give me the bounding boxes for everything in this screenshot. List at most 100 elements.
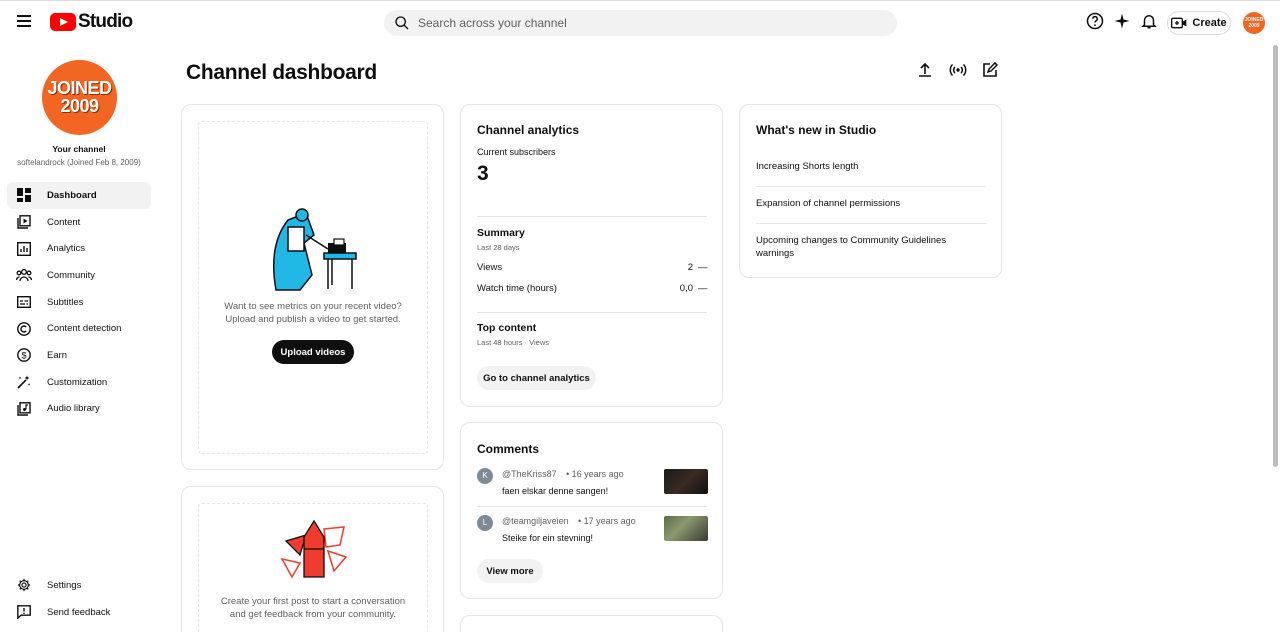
whats-new-item[interactable]: Expansion of channel permissions (756, 197, 986, 210)
dollar-icon: $ (16, 347, 32, 363)
sidebar-item-label: Content (47, 216, 81, 228)
create-label: Create (1192, 17, 1227, 29)
logo-text: Studio (78, 11, 133, 32)
divider (477, 216, 707, 217)
page-scrollbar[interactable] (1273, 45, 1278, 467)
dashboard-icon (16, 187, 32, 203)
sidebar-item-label: Audio library (47, 403, 100, 415)
analytics-title: Channel analytics (477, 123, 580, 137)
go-to-channel-analytics-button[interactable]: Go to channel analytics (477, 366, 596, 390)
subtitles-icon (16, 294, 32, 310)
comments-title: Comments (477, 442, 540, 456)
sidebar-nav: Dashboard Content Analytics Community Su… (7, 182, 151, 422)
watch-time-change: — (698, 283, 708, 294)
subscribers-value: 3 (477, 162, 489, 185)
sidebar: JOINED 2009 Your channel softelandrock (… (0, 42, 160, 632)
search-icon (395, 16, 409, 30)
views-value: 2 (687, 262, 693, 273)
upload-illustration-icon (273, 208, 357, 291)
whats-new-item[interactable]: Increasing Shorts length (756, 160, 986, 173)
content-icon (16, 214, 32, 230)
post-prompt-text: Create your first post to start a conver… (220, 596, 406, 620)
feedback-icon (16, 604, 32, 620)
view-more-button[interactable]: View more (477, 559, 543, 583)
upload-videos-button[interactable]: Upload videos (272, 340, 354, 364)
comment-author[interactable]: @teamgiljaveien (502, 516, 569, 526)
sidebar-item-analytics[interactable]: Analytics (7, 235, 151, 262)
sidebar-item-send-feedback[interactable]: Send feedback (7, 599, 151, 626)
comment-age: • 17 years ago (578, 516, 636, 526)
top-content-period: Last 48 hours · Views (477, 338, 549, 347)
sidebar-item-label: Content detection (47, 323, 122, 335)
sidebar-item-label: Dashboard (47, 189, 97, 201)
divider (477, 312, 707, 313)
subscribers-label: Current subscribers (477, 147, 556, 157)
whats-new-title: What's new in Studio (756, 123, 877, 137)
community-icon (16, 267, 32, 283)
notifications-bell-icon[interactable] (1140, 12, 1158, 35)
summary-title: Summary (477, 227, 525, 239)
sidebar-item-settings[interactable]: Settings (7, 572, 151, 599)
search-input[interactable] (418, 16, 858, 30)
magic-wand-icon (16, 374, 32, 390)
top-content-title: Top content (477, 322, 537, 334)
sidebar-item-subtitles[interactable]: Subtitles (7, 289, 151, 316)
views-label: Views (477, 262, 503, 273)
create-post-icon[interactable] (978, 58, 1002, 82)
sparkle-icon[interactable] (1113, 12, 1131, 35)
comments-card: Comments K @TheKriss87 • 16 years ago fa… (460, 422, 723, 599)
upload-icon[interactable] (913, 58, 937, 82)
analytics-icon (16, 241, 32, 257)
upload-video-card: Want to see metrics on your recent video… (181, 104, 444, 470)
copyright-icon (16, 321, 32, 337)
sidebar-item-customization[interactable]: Customization (7, 369, 151, 396)
comment-video-thumbnail[interactable] (664, 516, 708, 541)
page-title: Channel dashboard (186, 61, 377, 84)
whats-new-card: What's new in Studio Increasing Shorts l… (739, 104, 1002, 278)
summary-period: Last 28 days (477, 243, 520, 252)
comment-author[interactable]: @TheKriss87 (502, 469, 557, 479)
go-live-icon[interactable] (946, 58, 970, 82)
sidebar-item-label: Earn (47, 349, 68, 361)
sidebar-item-label: Subtitles (47, 296, 84, 308)
watch-time-label: Watch time (hours) (477, 283, 557, 294)
comment-text: faen elskar denne sangen! (502, 486, 609, 496)
sidebar-item-community[interactable]: Community (7, 262, 151, 289)
views-change: — (698, 262, 708, 273)
upload-prompt-text: Want to see metrics on your recent video… (224, 301, 402, 325)
sidebar-item-audio-library[interactable]: Audio library (7, 396, 151, 423)
help-icon[interactable] (1086, 12, 1104, 35)
gear-icon (16, 577, 32, 593)
sidebar-item-earn[interactable]: $ Earn (7, 342, 151, 369)
channel-avatar[interactable]: JOINED 2009 (42, 60, 117, 135)
sidebar-item-content[interactable]: Content (7, 209, 151, 236)
search-bar[interactable] (384, 10, 897, 36)
sidebar-item-dashboard[interactable]: Dashboard (7, 182, 151, 209)
menu-icon[interactable] (14, 12, 34, 32)
divider (477, 506, 707, 507)
next-card (460, 615, 723, 632)
commenter-avatar[interactable]: L (477, 515, 493, 531)
whats-new-item[interactable]: Upcoming changes to Community Guidelines… (756, 234, 956, 260)
account-avatar[interactable]: JOINED 2009 (1243, 12, 1265, 34)
sidebar-item-label: Settings (47, 579, 82, 591)
studio-logo[interactable]: Studio (50, 11, 133, 33)
commenter-avatar[interactable]: K (477, 468, 493, 484)
top-bar: Studio Create JOINED 2009 (0, 0, 1280, 42)
sidebar-item-content-detection[interactable]: Content detection (7, 315, 151, 342)
comment-text: Steike for ein stevning! (502, 533, 594, 543)
post-illustration-icon (280, 519, 348, 579)
divider (756, 223, 986, 224)
sidebar-item-label: Analytics (47, 243, 86, 255)
comment-video-thumbnail[interactable] (664, 469, 708, 494)
sidebar-item-label: Send feedback (47, 606, 111, 618)
channel-subtitle: softelandrock (Joined Feb 8, 2009) (17, 158, 141, 167)
create-video-icon (1171, 17, 1187, 29)
divider (756, 186, 986, 187)
sidebar-bottom-nav: Settings Send feedback (7, 572, 151, 625)
audio-library-icon (16, 401, 32, 417)
create-button[interactable]: Create (1167, 11, 1231, 35)
create-post-card: Create your first post to start a conver… (181, 486, 444, 632)
svg-text:$: $ (21, 351, 26, 361)
channel-analytics-card: Channel analytics Current subscribers 3 … (460, 104, 723, 407)
